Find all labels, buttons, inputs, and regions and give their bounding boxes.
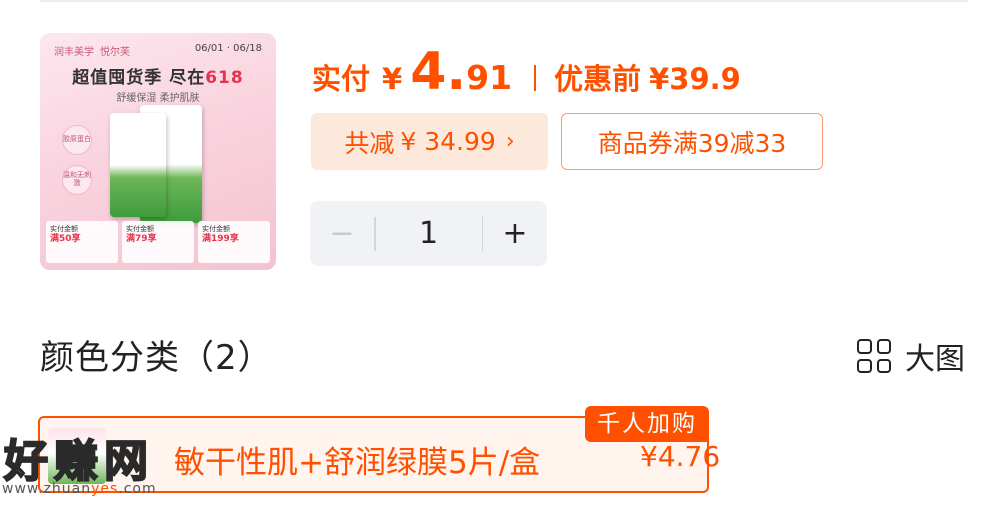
- thumbnail-bubble-collagen: 胶原蛋白: [62, 125, 92, 155]
- watermark-url-prefix: www.zhuan: [2, 481, 92, 497]
- thumbnail-headline: 超值囤货季 尽在618: [40, 63, 276, 88]
- chevron-right-icon: ›: [505, 129, 515, 154]
- total-discount-button[interactable]: 共减 ¥ 34.99 ›: [311, 113, 548, 170]
- variant-price: ¥4.76: [640, 440, 721, 473]
- top-divider: [40, 0, 968, 2]
- thumbnail-headline-text: 超值囤货季 尽在: [72, 68, 206, 88]
- increase-quantity-button[interactable]: +: [483, 201, 547, 266]
- variant-name: 敏干性肌+舒润绿膜5片/盒: [174, 445, 541, 481]
- discount-amount: ¥ 34.99: [400, 127, 496, 156]
- quantity-value[interactable]: 1: [376, 216, 482, 251]
- promo-line: 实付金额: [50, 225, 78, 233]
- thumbnail-promo-card: 实付金额 满79享: [122, 221, 194, 263]
- promo-threshold: 满50享: [50, 234, 81, 245]
- promo-line: 实付金额: [202, 225, 230, 233]
- price-separator: [534, 65, 537, 91]
- promo-line: 实付金额: [126, 225, 154, 233]
- original-price-label: 优惠前: [554, 62, 642, 96]
- coupon-tag[interactable]: 商品券满39减33: [561, 113, 823, 170]
- thumbnail-promo-card: 实付金额 满199享: [198, 221, 270, 263]
- original-price-value: ¥39.9: [649, 62, 741, 96]
- watermark-url-accent: yes: [91, 481, 119, 497]
- promo-threshold: 满79享: [126, 234, 157, 245]
- thumbnail-promo-card: 实付金额 满50享: [46, 221, 118, 263]
- color-category-title: 颜色分类（2）: [40, 338, 273, 378]
- actual-price-label: 实付: [312, 62, 371, 96]
- product-thumbnail[interactable]: 润丰美学 悦尔芙 06/01 · 06/18 超值囤货季 尽在618 舒缓保湿 …: [40, 33, 276, 270]
- thumbnail-bubble-gentle: 温和无刺激: [62, 165, 92, 195]
- discount-label: 共减: [344, 128, 395, 158]
- watermark-url: www.zhuanyes.com: [2, 481, 157, 497]
- thumbnail-subline: 舒缓保湿 柔护肌肤: [116, 93, 200, 104]
- decrease-quantity-button[interactable]: −: [310, 201, 374, 266]
- actual-price-integer: 4.: [410, 42, 467, 102]
- coupon-label: 商品券满39减33: [597, 128, 787, 158]
- thumbnail-dates: 06/01 · 06/18: [194, 43, 262, 54]
- watermark-url-suffix: .com: [118, 481, 157, 497]
- mask-pack-front: [110, 113, 166, 217]
- thumbnail-headline-highlight: 618: [205, 68, 244, 88]
- quantity-stepper: − 1 +: [310, 201, 547, 266]
- thumbnail-brand-right: 悦尔芙: [100, 47, 130, 58]
- actual-price-decimal: 91: [466, 58, 513, 97]
- promo-threshold: 满199享: [202, 234, 239, 245]
- popular-badge: 千人加购: [585, 406, 709, 442]
- thumbnail-promo-row: 实付金额 满50享 实付金额 满79享 实付金额 满199享: [46, 221, 270, 263]
- site-watermark: 好赚网 www.zhuanyes.com: [0, 425, 200, 505]
- thumbnail-brand-row: 润丰美学 悦尔芙: [54, 43, 130, 58]
- watermark-text: 好赚网: [3, 435, 154, 488]
- thumbnail-brand-left: 润丰美学: [54, 47, 94, 58]
- price-row: 实付 ¥ 4. 91 优惠前 ¥39.9: [312, 42, 741, 102]
- grid-icon: [857, 339, 891, 373]
- large-image-label: 大图: [905, 342, 965, 377]
- actual-price-currency: ¥: [382, 62, 403, 96]
- large-image-toggle[interactable]: 大图: [857, 334, 965, 378]
